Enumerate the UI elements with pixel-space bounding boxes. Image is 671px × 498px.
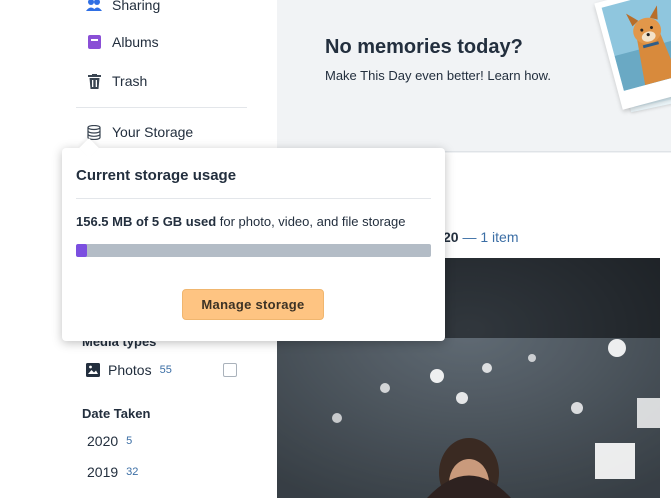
storage-usage-description: for photo, video, and file storage xyxy=(216,214,406,229)
date-group-header: 20 — 1 item xyxy=(443,229,518,245)
date-group-count[interactable]: 1 item xyxy=(480,229,518,245)
sidebar-item-label: Trash xyxy=(112,73,148,89)
memories-subtitle: Make This Day even better! Learn how. xyxy=(325,68,551,83)
filter-year-2019[interactable]: 2019 32 xyxy=(87,464,138,480)
storage-usage-text: 156.5 MB of 5 GB used for photo, video, … xyxy=(76,214,406,229)
popover-title: Current storage usage xyxy=(76,167,237,184)
sidebar-item-trash[interactable]: Trash xyxy=(86,73,147,89)
storage-usage-popover: Current storage usage 156.5 MB of 5 GB u… xyxy=(62,138,445,341)
storage-progress-bar xyxy=(76,244,431,257)
date-group-year: 20 xyxy=(443,229,459,245)
sidebar-item-your-storage[interactable]: Your Storage xyxy=(86,124,193,140)
storage-progress-fill xyxy=(76,244,87,257)
memories-banner: No memories today? Make This Day even be… xyxy=(277,0,671,152)
popover-divider xyxy=(76,198,431,199)
sidebar-item-albums[interactable]: Albums xyxy=(86,34,159,50)
dog-illustration xyxy=(601,0,671,91)
memories-subtitle-text: Make This Day even better! xyxy=(325,68,488,83)
filter-label: 2019 xyxy=(87,464,119,480)
sidebar-item-label: Your Storage xyxy=(112,124,194,140)
sidebar-divider xyxy=(76,107,247,108)
filter-label: Photos xyxy=(108,362,152,378)
filter-count: 5 xyxy=(126,435,133,447)
filter-photos[interactable]: Photos 55 xyxy=(86,362,172,378)
filter-year-2020[interactable]: 2020 5 xyxy=(87,433,132,449)
sidebar-item-label: Sharing xyxy=(112,0,161,13)
filter-count: 32 xyxy=(126,466,139,478)
date-taken-heading: Date Taken xyxy=(82,406,151,421)
learn-how-link[interactable]: Learn how. xyxy=(487,68,551,83)
trash-icon xyxy=(86,73,102,89)
sidebar-item-sharing[interactable]: Sharing xyxy=(86,0,160,13)
date-group-separator: — xyxy=(458,229,481,245)
filter-count: 55 xyxy=(159,364,172,376)
memories-illustration xyxy=(594,0,671,110)
photos-checkbox[interactable] xyxy=(223,363,237,377)
album-icon xyxy=(86,34,102,50)
storage-usage-amount: 156.5 MB of 5 GB used xyxy=(76,214,217,229)
manage-storage-button[interactable]: Manage storage xyxy=(182,289,324,320)
memories-title: No memories today? xyxy=(325,36,523,58)
people-icon xyxy=(86,0,102,13)
image-icon xyxy=(86,363,100,377)
sidebar-item-label: Albums xyxy=(112,34,159,50)
filter-label: 2020 xyxy=(87,433,119,449)
